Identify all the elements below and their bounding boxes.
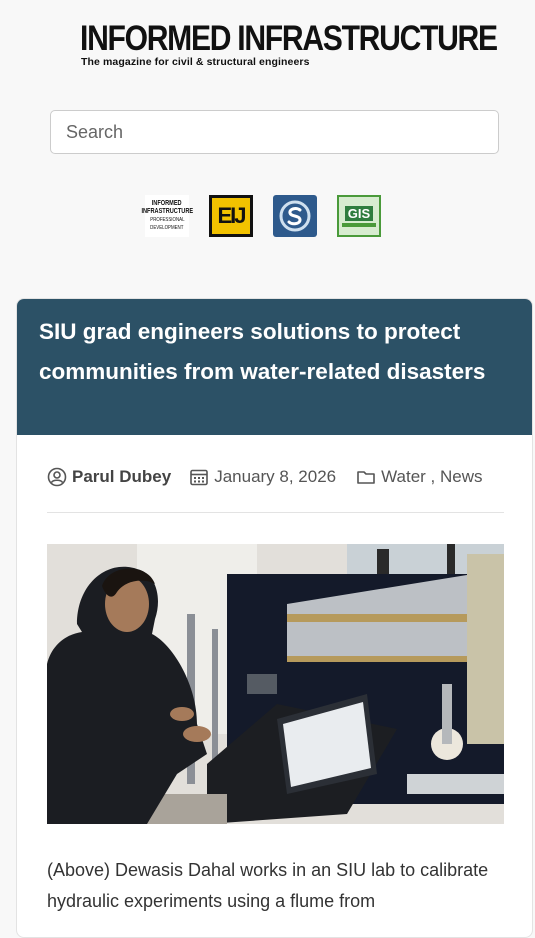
s-logo[interactable] bbox=[273, 195, 317, 237]
gis-logo-bar bbox=[342, 222, 376, 227]
calendar-icon bbox=[189, 467, 209, 487]
article-meta: Parul Dubey January 8, 2026 Water , News bbox=[47, 467, 483, 487]
logo-line-2: INFRASTRUCTURE bbox=[141, 208, 193, 215]
article-categories[interactable]: Water , News bbox=[381, 467, 482, 487]
site-title: INFORMED INFRASTRUCTURE bbox=[80, 19, 498, 58]
logo-line-1: INFORMED bbox=[152, 200, 182, 207]
eij-logo-text: EIJ bbox=[217, 203, 246, 228]
article-author[interactable]: Parul Dubey bbox=[72, 467, 171, 487]
gis-logo-text: GIS bbox=[344, 205, 374, 221]
partner-logos: INFORMED INFRASTRUCTURE PROFESSIONAL DEV… bbox=[141, 195, 381, 237]
article-title[interactable]: SIU grad engineers solutions to protect … bbox=[39, 312, 510, 392]
logo-line-3: PROFESSIONAL bbox=[149, 217, 185, 223]
user-icon bbox=[47, 467, 67, 487]
s-swirl-icon bbox=[279, 200, 311, 232]
search-input[interactable] bbox=[50, 110, 499, 154]
lab-photo-illustration bbox=[47, 544, 504, 824]
informed-infrastructure-pd-logo[interactable]: INFORMED INFRASTRUCTURE PROFESSIONAL DEV… bbox=[141, 195, 193, 237]
article-photo bbox=[47, 544, 504, 824]
eij-logo[interactable]: EIJ bbox=[209, 195, 253, 237]
article-card: SIU grad engineers solutions to protect … bbox=[16, 298, 533, 938]
gis-logo[interactable]: GIS bbox=[337, 195, 381, 237]
photo-caption: (Above) Dewasis Dahal works in an SIU la… bbox=[47, 860, 489, 911]
folder-icon bbox=[356, 467, 376, 487]
search-box bbox=[50, 110, 499, 154]
article-date: January 8, 2026 bbox=[214, 467, 337, 486]
meta-divider bbox=[47, 512, 504, 513]
logo-line-4: DEVELOPMENT bbox=[150, 225, 184, 231]
site-masthead[interactable]: INFORMED INFRASTRUCTURE The magazine for… bbox=[80, 19, 498, 69]
article-header: SIU grad engineers solutions to protect … bbox=[17, 299, 532, 435]
